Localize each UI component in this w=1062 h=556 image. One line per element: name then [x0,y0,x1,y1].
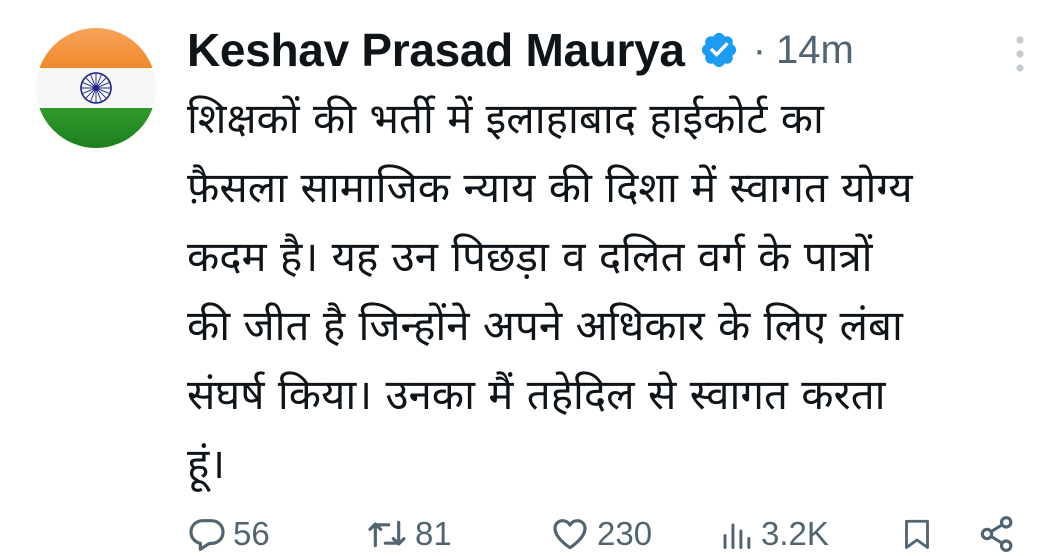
repost-count: 81 [415,515,452,552]
tweet-text-line: फ़ैसला सामाजिक न्याय की दिशा में स्वागत … [187,163,913,212]
tweet-actions: 56 81 230 3.2K [187,512,1037,556]
views-count: 3.2K [761,515,829,552]
share-icon [980,516,1013,552]
avatar[interactable] [36,28,156,148]
author-name[interactable]: Keshav Prasad Maurya [187,23,685,77]
reply-count: 56 [233,515,270,552]
repost-button[interactable]: 81 [365,512,452,556]
more-vertical-icon[interactable] [1006,32,1034,76]
reply-button[interactable]: 56 [187,512,270,556]
views-icon [723,523,751,549]
reply-icon [189,519,225,551]
tweet-text-line: कदम है। यह उन पिछड़ा व दलित वर्ग के पात्… [187,232,873,281]
tweet-text-line: की जीत है जिन्होंने अपने अधिकार के लिए ल… [187,301,903,350]
bookmark-button[interactable] [899,512,935,556]
bookmark-icon [905,519,929,549]
timestamp[interactable]: 14m [776,28,854,73]
tweet-text-line: संघर्ष किया। उनका मैं तहेदिल से स्वागत क… [187,370,886,419]
indian-flag-avatar-icon [36,28,156,148]
tweet-text-line: शिक्षकों की भर्ती में इलाहाबाद हाईकोर्ट … [187,94,824,143]
like-count: 230 [597,515,653,552]
heart-icon [553,519,587,550]
share-button[interactable] [977,512,1017,556]
repost-icon [368,520,406,548]
tweet-header: Keshav Prasad Maurya · 14m [187,22,854,78]
tweet-text-line: हूं। [187,439,226,488]
views-button[interactable]: 3.2K [719,512,829,556]
header-separator: · [752,27,767,72]
like-button[interactable]: 230 [549,512,652,556]
verified-badge-icon[interactable] [699,30,739,70]
tweet-text: शिक्षकों की भर्ती में इलाहाबाद हाईकोर्ट … [187,84,1037,498]
tweet-card[interactable]: Keshav Prasad Maurya · 14m शिक्षकों की भ… [0,0,1062,554]
